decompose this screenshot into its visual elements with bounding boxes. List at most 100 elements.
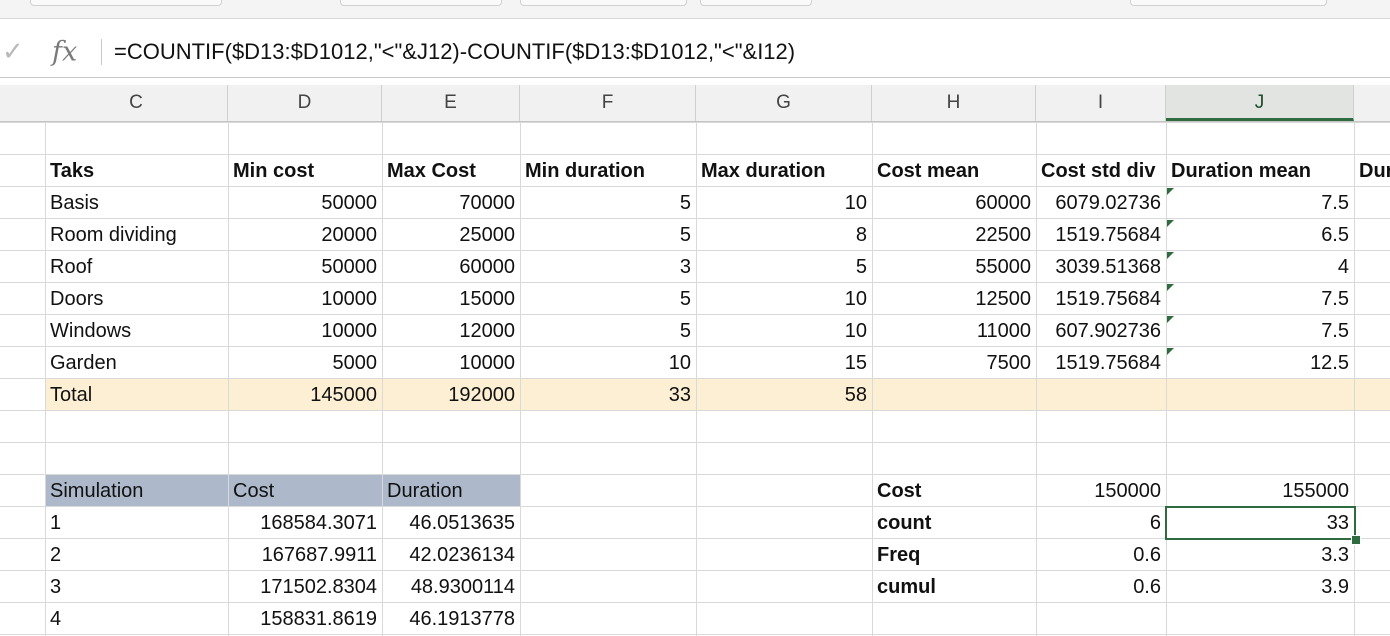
simulation-cell[interactable]: 3 [45, 571, 228, 603]
toolbar-button-edge[interactable] [30, 0, 222, 6]
simulation-cell[interactable]: 4 [45, 603, 228, 635]
spreadsheet-grid[interactable]: Taks Min cost Max Cost Min duration Max … [0, 122, 1390, 636]
error-indicator-icon[interactable] [1167, 284, 1174, 291]
simulation-cell[interactable]: 1 [45, 507, 228, 539]
simulation-cell[interactable]: 46.1913778 [382, 603, 520, 635]
total-label[interactable]: Total [45, 379, 228, 411]
task-cell[interactable]: Basis [45, 187, 228, 219]
stats-cell[interactable]: 0.6 [1036, 539, 1166, 571]
task-cell[interactable]: 607.902736 [1036, 315, 1166, 347]
task-cell[interactable]: 3 [520, 251, 696, 283]
task-cell[interactable]: 8 [696, 219, 872, 251]
toolbar-button-edge[interactable] [520, 0, 687, 6]
task-cell[interactable]: 1519.75684 [1036, 219, 1166, 251]
active-cell-border[interactable] [1165, 506, 1356, 540]
task-cell[interactable]: 1519.75684 [1036, 347, 1166, 379]
task-cell[interactable]: 5 [696, 251, 872, 283]
stats-cell[interactable]: 150000 [1036, 475, 1166, 507]
error-indicator-icon[interactable] [1167, 252, 1174, 259]
stats-cell[interactable]: 155000 [1166, 475, 1354, 507]
task-cell[interactable]: 50000 [228, 251, 382, 283]
task-cell[interactable]: Garden [45, 347, 228, 379]
simulation-cell[interactable]: 2 [45, 539, 228, 571]
header-cell-max-duration[interactable]: Max duration [696, 155, 872, 187]
task-cell[interactable]: 6079.02736 [1036, 187, 1166, 219]
task-cell[interactable]: 60000 [872, 187, 1036, 219]
simulation-cell[interactable]: 171502.8304 [228, 571, 382, 603]
simulation-cell[interactable]: 42.0236134 [382, 539, 520, 571]
simulation-header-cell[interactable]: Duration [382, 475, 520, 507]
header-cell-duration-truncated[interactable]: Dur [1354, 155, 1390, 187]
error-indicator-icon[interactable] [1167, 316, 1174, 323]
task-cell[interactable]: 7.5 [1166, 315, 1354, 347]
task-cell[interactable]: 1519.75684 [1036, 283, 1166, 315]
simulation-cell[interactable]: 48.9300114 [382, 571, 520, 603]
task-cell[interactable]: 10000 [228, 315, 382, 347]
simulation-header-cell[interactable]: Simulation [45, 475, 228, 507]
task-cell[interactable]: 15 [696, 347, 872, 379]
header-cell-min-cost[interactable]: Min cost [228, 155, 382, 187]
simulation-cell[interactable]: 158831.8619 [228, 603, 382, 635]
task-cell[interactable]: 6.5 [1166, 219, 1354, 251]
header-cell-max-cost[interactable]: Max Cost [382, 155, 520, 187]
simulation-cell[interactable]: 167687.9911 [228, 539, 382, 571]
stats-cell[interactable]: 0.6 [1036, 571, 1166, 603]
stats-cell[interactable]: 6 [1036, 507, 1166, 539]
formula-input[interactable]: =COUNTIF($D13:$D1012,"<"&J12)-COUNTIF($D… [114, 39, 795, 65]
stats-label-cost[interactable]: Cost [872, 475, 1036, 507]
task-cell[interactable]: 11000 [872, 315, 1036, 347]
column-header-h[interactable]: H [872, 85, 1036, 121]
column-header-c[interactable]: C [45, 85, 228, 121]
task-cell[interactable]: 25000 [382, 219, 520, 251]
task-cell[interactable]: 55000 [872, 251, 1036, 283]
toolbar-button-edge[interactable] [340, 0, 502, 6]
task-cell[interactable]: 10 [520, 347, 696, 379]
task-cell[interactable]: 10 [696, 283, 872, 315]
task-cell[interactable]: 5 [520, 315, 696, 347]
total-cell[interactable]: 33 [520, 379, 696, 411]
toolbar-button-edge[interactable] [700, 0, 812, 6]
task-cell[interactable]: 22500 [872, 219, 1036, 251]
task-cell[interactable]: 3039.51368 [1036, 251, 1166, 283]
task-cell[interactable]: Doors [45, 283, 228, 315]
task-cell[interactable]: 60000 [382, 251, 520, 283]
column-header-f[interactable]: F [520, 85, 696, 121]
stats-cell[interactable]: 3.3 [1166, 539, 1354, 571]
task-cell[interactable]: Windows [45, 315, 228, 347]
column-header-e[interactable]: E [382, 85, 520, 121]
task-cell[interactable]: 10 [696, 315, 872, 347]
task-cell[interactable]: 4 [1166, 251, 1354, 283]
header-cell-task[interactable]: Taks [45, 155, 228, 187]
error-indicator-icon[interactable] [1167, 220, 1174, 227]
task-cell[interactable]: 10000 [228, 283, 382, 315]
total-cell[interactable]: 192000 [382, 379, 520, 411]
checkmark-icon[interactable]: ✓ [2, 37, 24, 67]
task-cell[interactable]: 20000 [228, 219, 382, 251]
total-cell[interactable]: 145000 [228, 379, 382, 411]
task-cell[interactable]: Roof [45, 251, 228, 283]
stats-label-count[interactable]: count [872, 507, 1036, 539]
task-cell[interactable]: 5000 [228, 347, 382, 379]
simulation-header-cell[interactable]: Cost [228, 475, 382, 507]
task-cell[interactable]: 10000 [382, 347, 520, 379]
total-cell[interactable]: 58 [696, 379, 872, 411]
header-cell-min-duration[interactable]: Min duration [520, 155, 696, 187]
column-header-i[interactable]: I [1036, 85, 1166, 121]
stats-cell[interactable]: 3.9 [1166, 571, 1354, 603]
task-cell[interactable]: 5 [520, 219, 696, 251]
toolbar-button-edge[interactable] [1130, 0, 1327, 6]
simulation-cell[interactable]: 168584.3071 [228, 507, 382, 539]
header-cell-cost-std[interactable]: Cost std div [1036, 155, 1166, 187]
task-cell[interactable]: 10 [696, 187, 872, 219]
task-cell[interactable]: 5 [520, 283, 696, 315]
error-indicator-icon[interactable] [1167, 188, 1174, 195]
stats-label-cumul[interactable]: cumul [872, 571, 1036, 603]
header-cell-duration-mean[interactable]: Duration mean [1166, 155, 1354, 187]
task-cell[interactable]: 7.5 [1166, 283, 1354, 315]
task-cell[interactable]: 70000 [382, 187, 520, 219]
task-cell[interactable]: 12.5 [1166, 347, 1354, 379]
task-cell[interactable]: 7500 [872, 347, 1036, 379]
task-cell[interactable]: 5 [520, 187, 696, 219]
column-header-g[interactable]: G [696, 85, 872, 121]
column-header-d[interactable]: D [228, 85, 382, 121]
